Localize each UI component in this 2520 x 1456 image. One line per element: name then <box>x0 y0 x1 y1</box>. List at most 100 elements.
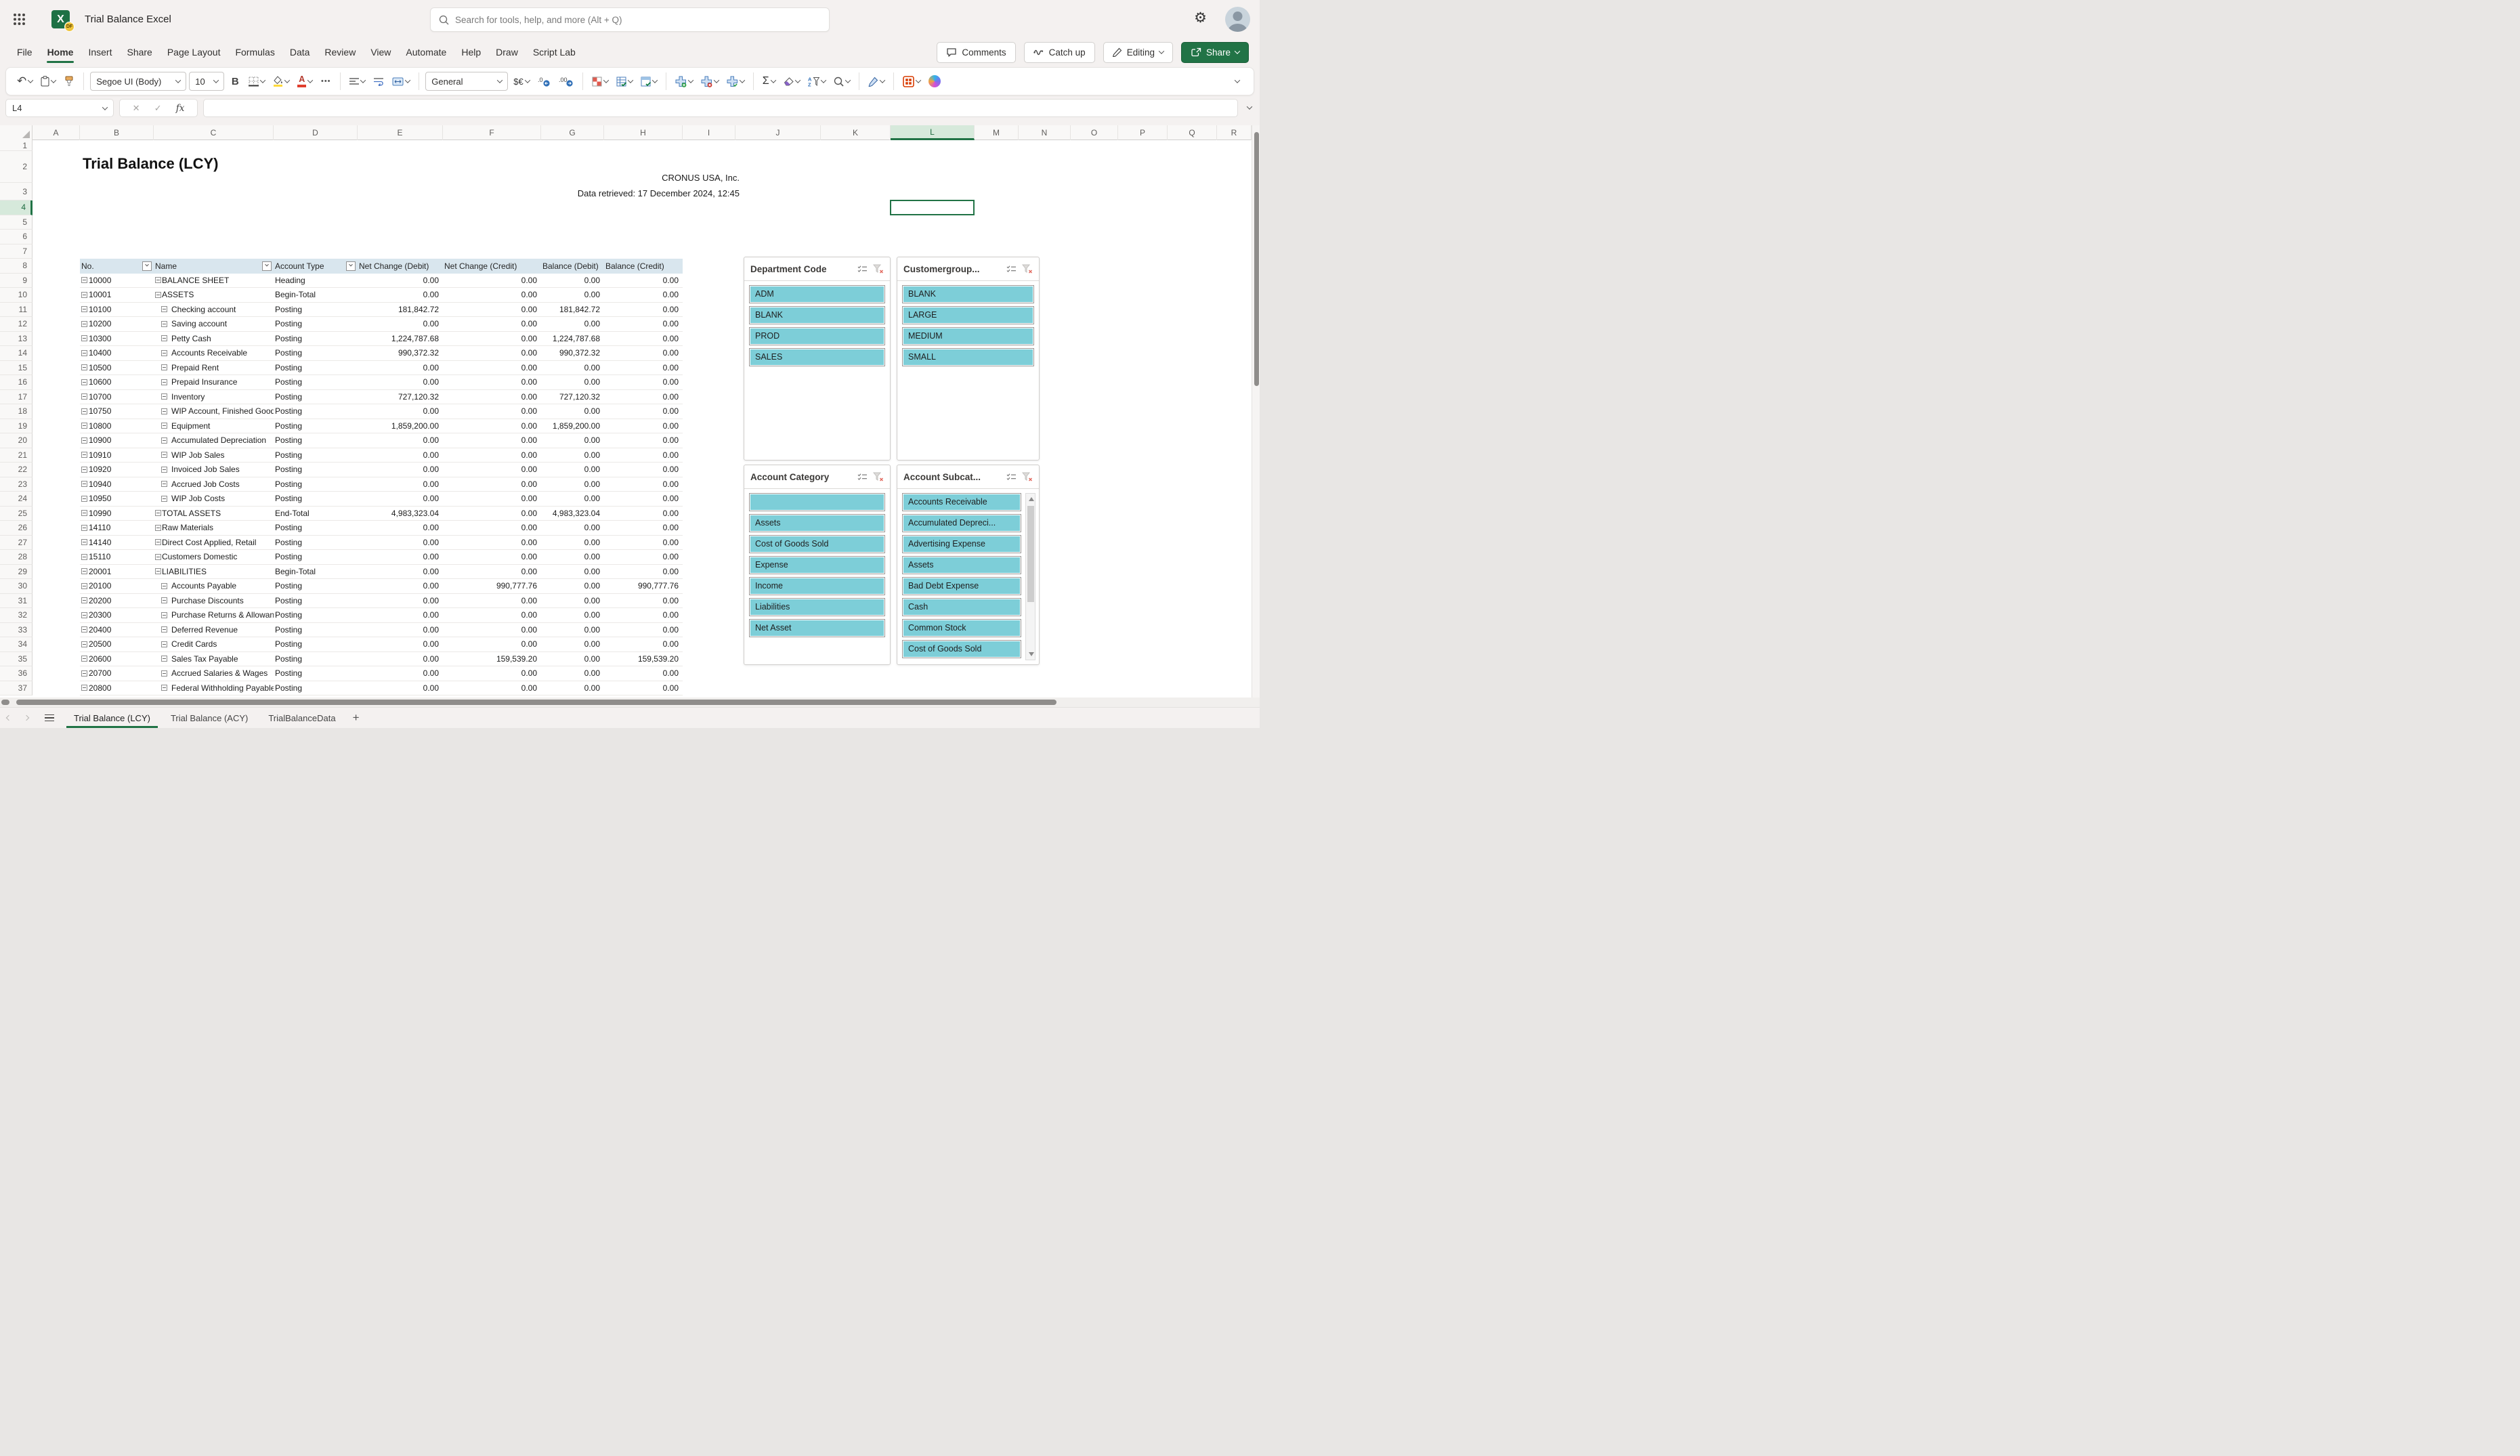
table-row[interactable]: 10800 Equipment Posting 1,859,200.00 0.00 1,8… <box>80 419 683 433</box>
menu-help[interactable]: Help <box>454 39 488 66</box>
paste-button[interactable] <box>38 71 58 91</box>
row-header-32[interactable]: 32 <box>0 608 33 623</box>
cell-name[interactable]: Accrued Job Costs <box>154 477 274 492</box>
format-painter-button[interactable] <box>61 71 77 91</box>
cell-account-type[interactable]: Begin-Total <box>274 565 358 579</box>
column-header-P[interactable]: P <box>1118 125 1168 140</box>
formula-bar-expand-icon[interactable] <box>1246 104 1253 110</box>
cell-bd[interactable]: 0.00 <box>541 681 604 695</box>
outline-collapse-icon[interactable] <box>161 641 167 647</box>
cell-bc[interactable]: 0.00 <box>604 361 683 375</box>
menu-view[interactable]: View <box>363 39 398 66</box>
row-header-29[interactable]: 29 <box>0 564 33 579</box>
column-header-F[interactable]: F <box>443 125 541 140</box>
row-header-5[interactable]: 5 <box>0 215 33 230</box>
cell-styles-button[interactable] <box>638 71 660 91</box>
slicer-item[interactable]: Common Stock <box>902 619 1021 637</box>
outline-collapse-icon[interactable] <box>161 597 167 604</box>
cell-account-type[interactable]: Posting <box>274 492 358 506</box>
menu-draw[interactable]: Draw <box>488 39 526 66</box>
row-header-10[interactable]: 10 <box>0 288 33 303</box>
outline-collapse-icon[interactable] <box>81 597 87 604</box>
column-header-H[interactable]: H <box>604 125 683 140</box>
insert-cells-button[interactable] <box>672 71 696 91</box>
table-row[interactable]: 10940 Accrued Job Costs Posting 0.00 0.00 0.0… <box>80 477 683 492</box>
cell-ncc[interactable]: 0.00 <box>443 463 541 477</box>
outline-collapse-icon[interactable] <box>81 656 87 662</box>
clear-filter-icon[interactable] <box>1022 472 1033 481</box>
cell-bd[interactable]: 0.00 <box>541 550 604 564</box>
row-header-37[interactable]: 37 <box>0 681 33 695</box>
slicer-item[interactable]: PROD <box>749 327 885 345</box>
comments-button[interactable]: Comments <box>937 41 1016 63</box>
cell-name[interactable]: ASSETS <box>154 288 274 302</box>
row-header-21[interactable]: 21 <box>0 448 33 463</box>
column-header-G[interactable]: G <box>541 125 604 140</box>
row-header-8[interactable]: 8 <box>0 259 33 274</box>
outline-collapse-icon[interactable] <box>81 437 87 444</box>
cell-account-type[interactable]: Posting <box>274 419 358 433</box>
outline-collapse-icon[interactable] <box>161 452 167 458</box>
cell-name[interactable]: Saving account <box>154 317 274 331</box>
row-header-26[interactable]: 26 <box>0 521 33 536</box>
cell-ncc[interactable]: 0.00 <box>443 521 541 535</box>
scroll-up-arrow[interactable] <box>1028 497 1034 501</box>
cell-account-type[interactable]: Posting <box>274 666 358 681</box>
outline-collapse-icon[interactable] <box>155 277 161 284</box>
ink-button[interactable] <box>866 71 887 91</box>
row-header-15[interactable]: 15 <box>0 360 33 375</box>
share-button[interactable]: Share <box>1180 41 1249 63</box>
cell-account-type[interactable]: Posting <box>274 477 358 492</box>
cell-bc[interactable]: 0.00 <box>604 681 683 695</box>
menu-script-lab[interactable]: Script Lab <box>526 39 583 66</box>
cell-name[interactable]: WIP Account, Finished Goods <box>154 404 274 419</box>
cell-bd[interactable]: 0.00 <box>541 623 604 637</box>
cell-ncc[interactable]: 990,777.76 <box>443 579 541 593</box>
multi-select-icon[interactable] <box>857 473 868 481</box>
cell-name[interactable]: Accrued Salaries & Wages <box>154 666 274 681</box>
outline-collapse-icon[interactable] <box>161 306 167 313</box>
cell-ncd[interactable]: 4,983,323.04 <box>358 507 443 521</box>
conditional-formatting-button[interactable] <box>589 71 611 91</box>
cell-account-type[interactable]: Posting <box>274 637 358 651</box>
row-header-33[interactable]: 33 <box>0 622 33 637</box>
table-row[interactable]: 15110 Customers Domestic Posting 0.00 0.00 0.… <box>80 550 683 565</box>
cell-bc[interactable]: 0.00 <box>604 390 683 404</box>
outline-collapse-icon[interactable] <box>81 364 87 371</box>
cell-name[interactable]: TOTAL ASSETS <box>154 507 274 521</box>
more-font-options-button[interactable]: ••• <box>318 71 334 91</box>
menu-insert[interactable]: Insert <box>81 39 119 66</box>
outline-collapse-icon[interactable] <box>81 510 87 517</box>
font-name-select[interactable]: Segoe UI (Body) <box>90 72 187 91</box>
cell-no[interactable]: 10300 <box>80 332 154 346</box>
cell-bc[interactable]: 990,777.76 <box>604 579 683 593</box>
row-header-24[interactable]: 24 <box>0 492 33 507</box>
cell-no[interactable]: 20200 <box>80 594 154 608</box>
clear-filter-icon[interactable] <box>1022 264 1033 274</box>
cell-account-type[interactable]: Posting <box>274 623 358 637</box>
outline-collapse-icon[interactable] <box>81 524 87 531</box>
cell-ncc[interactable]: 0.00 <box>443 594 541 608</box>
slicer-item[interactable]: Income <box>749 577 885 595</box>
cell-ncd[interactable]: 0.00 <box>358 317 443 331</box>
cell-account-type[interactable]: Posting <box>274 536 358 550</box>
settings-gear-icon[interactable]: ⚙ <box>1194 11 1207 25</box>
slicer-item[interactable]: BLANK <box>902 285 1034 303</box>
clear-filter-icon[interactable] <box>873 472 884 481</box>
cell-no[interactable]: 20700 <box>80 666 154 681</box>
row-header-27[interactable]: 27 <box>0 535 33 550</box>
scroll-down-arrow[interactable] <box>1028 652 1034 656</box>
menu-formulas[interactable]: Formulas <box>228 39 282 66</box>
cell-bd[interactable]: 0.00 <box>541 492 604 506</box>
cell-name[interactable]: Purchase Returns & Allowances <box>154 608 274 622</box>
cell-no[interactable]: 10990 <box>80 507 154 521</box>
outline-collapse-icon[interactable] <box>155 524 161 531</box>
outline-collapse-icon[interactable] <box>161 408 167 414</box>
excel-logo-icon[interactable]: X DF <box>51 10 74 32</box>
cell-name[interactable]: Petty Cash <box>154 332 274 346</box>
table-row[interactable]: 10200 Saving account Posting 0.00 0.00 0.00 0.… <box>80 317 683 332</box>
cell-no[interactable]: 10750 <box>80 404 154 419</box>
row-header-4[interactable]: 4 <box>0 200 33 215</box>
format-cells-button[interactable] <box>724 71 747 91</box>
outline-collapse-icon[interactable] <box>161 466 167 473</box>
